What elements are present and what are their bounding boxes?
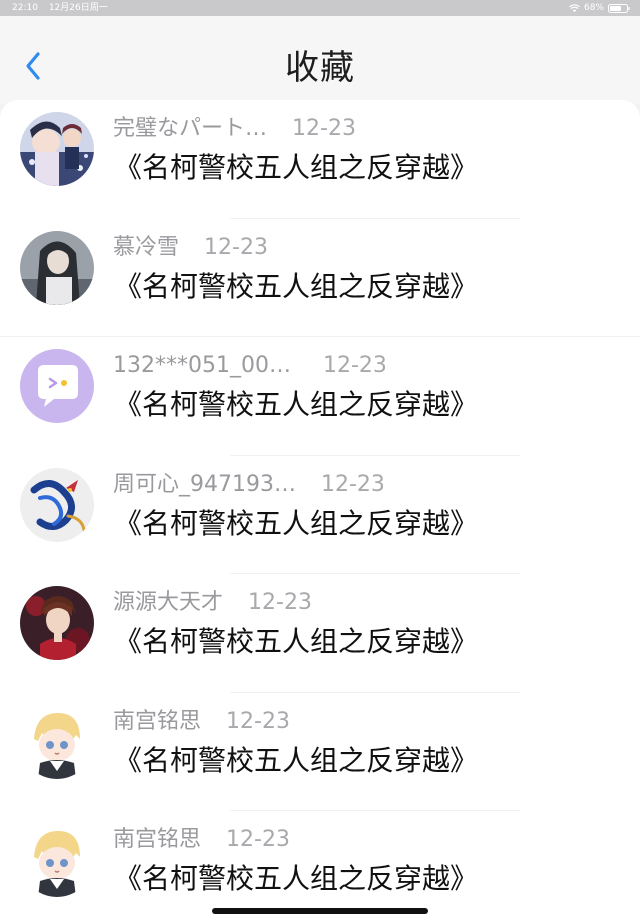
list-item[interactable]: 周可心_947193… 12-23 《名柯警校五人组之反穿越》 <box>0 456 640 574</box>
item-meta: 慕冷雪 12-23 <box>113 235 268 261</box>
page-title: 收藏 <box>285 48 355 88</box>
user-name[interactable]: 132***051_009… <box>113 353 298 379</box>
list-item[interactable]: 源源大天才 12-23 《名柯警校五人组之反穿越》 <box>0 574 640 693</box>
item-date: 12-23 <box>226 827 290 852</box>
home-indicator[interactable] <box>212 908 428 914</box>
user-name[interactable]: 南宫铭思 <box>113 709 201 735</box>
item-title: 《名柯警校五人组之反穿越》 <box>114 388 479 421</box>
list-item[interactable]: 完璧なパート… 12-23 《名柯警校五人组之反穿越》 <box>0 100 640 219</box>
user-name[interactable]: 源源大天才 <box>113 590 223 616</box>
item-title: 《名柯警校五人组之反穿越》 <box>114 743 479 777</box>
avatar-blond-chibi[interactable] <box>20 704 94 779</box>
battery-icon <box>608 3 630 13</box>
user-name[interactable]: 南宫铭思 <box>113 827 201 853</box>
status-left: 22:10 12月26日周一 <box>12 0 116 16</box>
user-name[interactable]: 慕冷雪 <box>113 235 179 261</box>
avatar-red-anime[interactable] <box>20 586 94 660</box>
item-date: 12-23 <box>248 590 312 615</box>
item-meta: 源源大天才 12-23 <box>113 590 312 616</box>
status-bar: 22:10 12月26日周一 68% <box>0 0 640 16</box>
item-meta: 完璧なパート… 12-23 <box>113 116 356 142</box>
battery-percent: 68% <box>583 3 604 13</box>
status-time: 22:10 <box>12 3 38 13</box>
item-meta: 南宫铭思 12-23 <box>113 827 290 853</box>
favorites-list: 完璧なパート… 12-23 《名柯警校五人组之反穿越》 慕冷雪 12-23 《名… <box>0 100 640 921</box>
avatar-dark-haired-girl[interactable] <box>20 230 94 305</box>
avatar-dragon[interactable] <box>20 467 94 542</box>
item-date: 12-23 <box>320 471 385 497</box>
list-item[interactable]: 慕冷雪 12-23 《名柯警校五人组之反穿越》 <box>0 219 640 337</box>
avatar-chat-bubble[interactable] <box>20 349 94 423</box>
status-right: 68% <box>569 0 630 16</box>
item-title: 《名柯警校五人组之反穿越》 <box>114 862 479 895</box>
user-name[interactable]: 完璧なパート… <box>113 116 267 142</box>
nav-bar: 收藏 <box>0 16 640 104</box>
item-meta: 132***051_009… 12-23 <box>113 353 387 379</box>
item-date: 12-23 <box>292 116 356 141</box>
item-date: 12-23 <box>226 708 290 734</box>
item-date: 12-23 <box>323 353 387 378</box>
list-item[interactable]: 南宫铭思 12-23 《名柯警校五人组之反穿越》 <box>0 811 640 921</box>
item-meta: 南宫铭思 12-23 <box>113 709 290 735</box>
avatar-blond-chibi[interactable] <box>20 823 94 897</box>
item-title: 《名柯警校五人组之反穿越》 <box>114 625 479 658</box>
item-title: 《名柯警校五人组之反穿越》 <box>114 506 479 540</box>
list-item[interactable]: 南宫铭思 12-23 《名柯警校五人组之反穿越》 <box>0 693 640 811</box>
wifi-icon <box>569 3 580 12</box>
list-item[interactable]: 132***051_009… 12-23 《名柯警校五人组之反穿越》 <box>0 337 640 456</box>
item-date: 12-23 <box>204 234 268 260</box>
user-name[interactable]: 周可心_947193… <box>113 472 296 498</box>
item-title: 《名柯警校五人组之反穿越》 <box>114 151 479 184</box>
item-meta: 周可心_947193… 12-23 <box>113 472 385 498</box>
avatar-anime-couple[interactable] <box>20 112 94 186</box>
status-date: 12月26日周一 <box>48 3 108 13</box>
item-title: 《名柯警校五人组之反穿越》 <box>114 269 479 303</box>
